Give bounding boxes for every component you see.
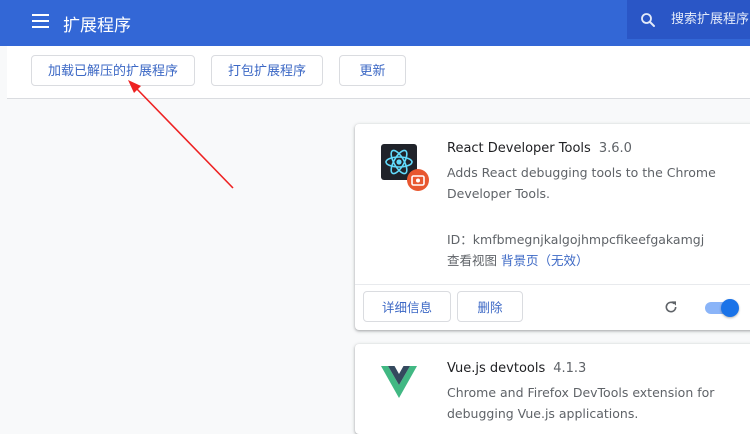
remove-button[interactable]: 删除 [457,291,523,322]
extension-views: 查看视图 背景页（无效） [447,250,589,269]
react-icon [381,144,429,191]
extension-card-vue: Vue.js devtools 4.1.3 Chrome and Firefox … [355,344,750,434]
update-button[interactable]: 更新 [339,55,406,86]
extension-version: 3.6.0 [598,141,632,156]
views-label: 查看视图 [447,253,498,268]
extension-name-text: Vue.js devtools [447,361,546,376]
app-header: 扩展程序 [0,0,750,46]
developer-toolbar: 加载已解压的扩展程序 打包扩展程序 更新 [7,46,750,99]
extension-description: Adds React debugging tools to the Chrome… [447,165,716,201]
enable-toggle[interactable] [705,299,739,317]
load-unpacked-button[interactable]: 加载已解压的扩展程序 [31,55,195,86]
vue-icon [381,366,417,398]
extension-name: Vue.js devtools 4.1.3 [447,361,586,376]
extension-id: ID：kmfbmegnjkalgojhmpcfikeefgakamgj [447,232,705,247]
extension-description: Chrome and Firefox DevTools extension fo… [447,385,715,421]
extension-name: React Developer Tools 3.6.0 [447,141,632,156]
extension-version: 4.1.3 [553,361,587,376]
background-page-link[interactable]: 背景页（无效） [501,253,589,268]
search-box[interactable] [627,0,750,39]
menu-icon[interactable] [32,14,49,28]
search-input[interactable] [671,8,749,30]
search-icon[interactable] [639,11,657,29]
reload-icon[interactable] [663,299,679,315]
extension-name-text: React Developer Tools [447,141,591,156]
extension-card-react: React Developer Tools 3.6.0 Adds React de… [355,124,750,330]
details-button[interactable]: 详细信息 [363,291,451,322]
page-title: 扩展程序 [63,16,131,36]
pack-extension-button[interactable]: 打包扩展程序 [211,55,323,86]
card-divider [355,284,750,285]
